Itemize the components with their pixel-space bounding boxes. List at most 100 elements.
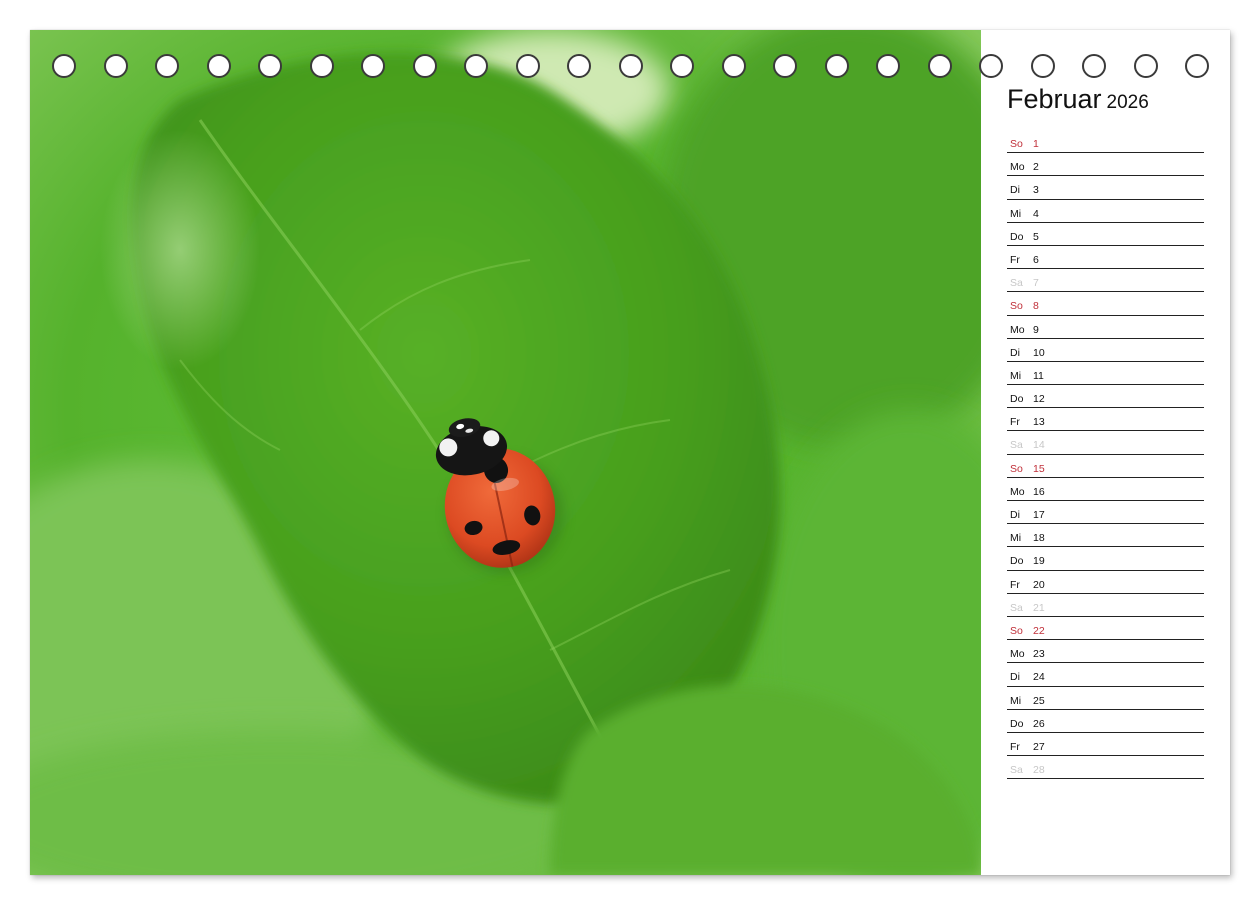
day-number: 1 bbox=[1033, 138, 1039, 150]
day-row: Di 24 bbox=[1007, 663, 1204, 687]
day-row: Sa 7 bbox=[1007, 269, 1204, 293]
day-row: Do 12 bbox=[1007, 385, 1204, 409]
day-row: Mo 9 bbox=[1007, 316, 1204, 339]
day-number: 20 bbox=[1033, 578, 1045, 591]
weekday-label: Sa bbox=[1010, 764, 1023, 777]
ring-hole-icon bbox=[515, 54, 540, 78]
month-title: Februar 2026 bbox=[1007, 84, 1149, 115]
day-number: 24 bbox=[1033, 671, 1045, 684]
day-number: 13 bbox=[1033, 416, 1045, 429]
weekday-label: Do bbox=[1010, 230, 1024, 243]
day-row: Mi 25 bbox=[1007, 687, 1204, 710]
weekday-label: Do bbox=[1010, 393, 1024, 406]
weekday-label: Fr bbox=[1010, 578, 1020, 591]
day-number: 5 bbox=[1033, 230, 1039, 243]
weekday-label: Fr bbox=[1010, 740, 1020, 753]
weekday-label: Sa bbox=[1010, 277, 1023, 290]
day-row: So 22 bbox=[1007, 617, 1204, 641]
weekday-label: So bbox=[1010, 462, 1023, 475]
ladybug-photo bbox=[30, 30, 981, 875]
weekday-label: Mi bbox=[1010, 532, 1022, 545]
day-number: 16 bbox=[1033, 485, 1045, 498]
ring-hole-icon bbox=[773, 54, 797, 78]
ring-hole-icon bbox=[721, 54, 746, 78]
day-number: 6 bbox=[1033, 253, 1039, 266]
ring-hole-icon bbox=[670, 54, 694, 78]
weekday-label: So bbox=[1010, 138, 1023, 150]
ring-hole-icon bbox=[309, 54, 334, 78]
day-number: 7 bbox=[1033, 277, 1039, 290]
day-row: Do 5 bbox=[1007, 223, 1204, 246]
weekday-label: Do bbox=[1010, 717, 1024, 730]
weekday-label: Mi bbox=[1010, 369, 1022, 382]
day-row: Mo 23 bbox=[1007, 640, 1204, 664]
day-number: 28 bbox=[1033, 764, 1045, 777]
day-number: 15 bbox=[1033, 462, 1045, 475]
month-year: 2026 bbox=[1106, 92, 1149, 113]
day-row: Fr 6 bbox=[1007, 246, 1204, 270]
ring-hole-icon bbox=[876, 54, 900, 78]
day-number: 18 bbox=[1033, 532, 1045, 545]
ring-hole-icon bbox=[618, 54, 643, 78]
ring-hole-icon bbox=[155, 54, 179, 78]
day-number: 11 bbox=[1033, 369, 1044, 382]
ring-hole-icon bbox=[52, 54, 76, 78]
month-name: Februar bbox=[1007, 84, 1102, 114]
weekday-label: Mo bbox=[1010, 648, 1025, 661]
day-number: 12 bbox=[1033, 393, 1045, 406]
day-number: 3 bbox=[1033, 184, 1039, 197]
ring-hole-icon bbox=[464, 54, 488, 78]
weekday-label: Mi bbox=[1010, 694, 1022, 707]
weekday-label: Di bbox=[1010, 671, 1020, 684]
day-row: So 1 bbox=[1007, 130, 1204, 154]
day-number: 27 bbox=[1033, 740, 1045, 753]
ring-hole-icon bbox=[824, 54, 849, 78]
day-number: 8 bbox=[1033, 300, 1039, 313]
day-row: Di 3 bbox=[1007, 176, 1204, 200]
day-number: 25 bbox=[1033, 694, 1045, 707]
day-number: 4 bbox=[1033, 207, 1039, 220]
weekday-label: Mo bbox=[1010, 323, 1025, 336]
calendar-panel: Februar 2026 So 1 Mo 2 Di 3 Mi 4 Do 5 Fr 6 Sa 7 So 8 Mo 9 D… bbox=[981, 30, 1230, 875]
day-row: So 8 bbox=[1007, 292, 1204, 316]
day-number: 9 bbox=[1033, 323, 1039, 336]
weekday-label: Mo bbox=[1010, 161, 1025, 174]
day-row: Fr 27 bbox=[1007, 733, 1204, 757]
day-number: 10 bbox=[1033, 346, 1045, 359]
weekday-label: Mi bbox=[1010, 207, 1022, 220]
calendar-page: Februar 2026 So 1 Mo 2 Di 3 Mi 4 Do 5 Fr 6 Sa 7 So 8 Mo 9 D… bbox=[30, 30, 1230, 875]
day-number: 21 bbox=[1033, 601, 1045, 614]
weekday-label: Di bbox=[1010, 346, 1020, 359]
day-row: So 15 bbox=[1007, 455, 1204, 478]
weekday-label: Di bbox=[1010, 184, 1020, 197]
day-row: Di 17 bbox=[1007, 501, 1204, 525]
day-list: So 1 Mo 2 Di 3 Mi 4 Do 5 Fr 6 Sa 7 So 8 Mo 9 Di 10 Mi 11 Do 12 F… bbox=[1007, 130, 1204, 780]
weekday-label: Sa bbox=[1010, 439, 1023, 452]
day-number: 19 bbox=[1033, 555, 1045, 568]
weekday-label: Fr bbox=[1010, 416, 1020, 429]
day-number: 17 bbox=[1033, 509, 1045, 521]
ring-hole-icon bbox=[258, 54, 282, 78]
ring-hole-icon bbox=[103, 54, 128, 78]
ring-hole-icon bbox=[361, 54, 385, 78]
day-row: Mo 2 bbox=[1007, 153, 1204, 177]
ring-hole-icon bbox=[567, 54, 591, 78]
day-number: 23 bbox=[1033, 648, 1045, 661]
ring-hole-icon bbox=[927, 54, 952, 78]
ring-hole-icon bbox=[206, 54, 231, 78]
weekday-label: So bbox=[1010, 300, 1023, 313]
day-row: Di 10 bbox=[1007, 339, 1204, 362]
weekday-label: Do bbox=[1010, 555, 1024, 568]
day-row: Mi 4 bbox=[1007, 200, 1204, 223]
day-number: 26 bbox=[1033, 717, 1045, 730]
day-row: Sa 28 bbox=[1007, 756, 1204, 780]
weekday-label: Di bbox=[1010, 509, 1020, 521]
day-row: Sa 21 bbox=[1007, 594, 1204, 617]
day-row: Fr 20 bbox=[1007, 571, 1204, 594]
weekday-label: Mo bbox=[1010, 485, 1025, 498]
day-row: Mi 11 bbox=[1007, 362, 1204, 386]
day-row: Fr 13 bbox=[1007, 408, 1204, 432]
day-row: Do 26 bbox=[1007, 710, 1204, 733]
day-row: Do 19 bbox=[1007, 547, 1204, 571]
weekday-label: Sa bbox=[1010, 601, 1023, 614]
